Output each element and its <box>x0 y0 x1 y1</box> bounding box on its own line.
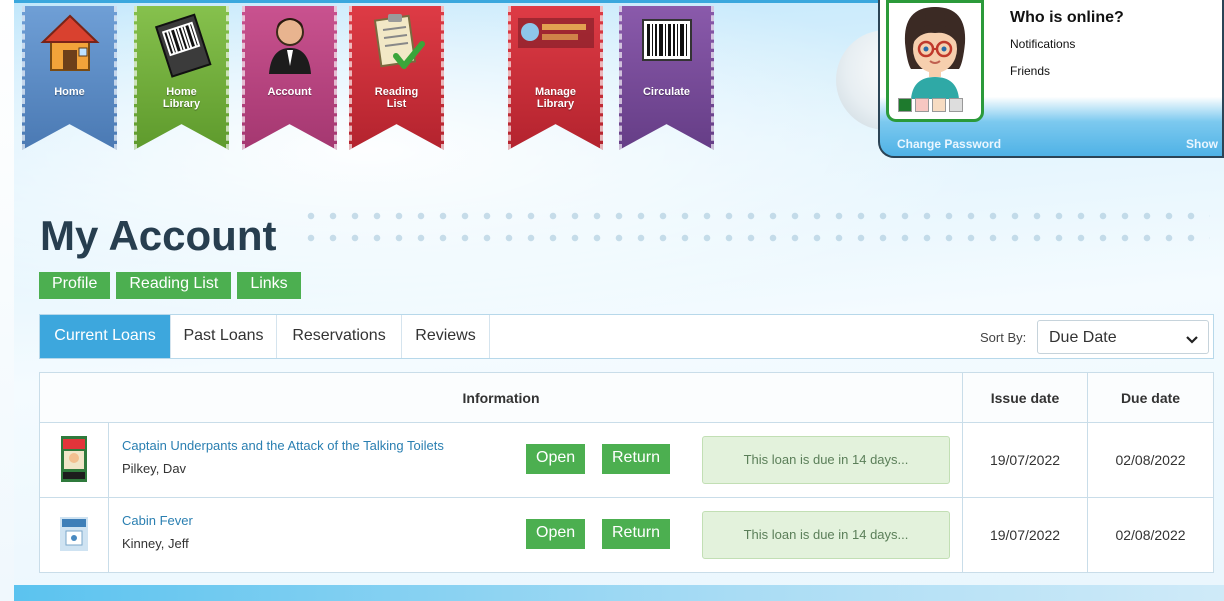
table-row: Cabin Fever Kinney, Jeff Open Return Thi… <box>39 497 1214 573</box>
header-information: Information <box>39 372 963 423</box>
cover-cell <box>39 422 109 498</box>
links-button[interactable]: Links <box>237 272 301 299</box>
return-button[interactable]: Return <box>602 519 671 549</box>
book-author: Kinney, Jeff <box>122 536 189 551</box>
tab-past-loans[interactable]: Past Loans <box>171 315 277 358</box>
cover-cell <box>39 497 109 573</box>
open-button[interactable]: Open <box>526 444 586 474</box>
avatar-color-swatches <box>898 98 963 112</box>
sort-by-label: Sort By: <box>980 330 1027 345</box>
checklist-icon <box>366 12 428 83</box>
nav-reading-list[interactable]: Reading List <box>349 6 444 150</box>
due-date-cell: 02/08/2022 <box>1087 497 1214 573</box>
sort-by-value: Due Date <box>1049 329 1117 346</box>
avatar-girl-icon <box>904 7 966 99</box>
loans-tabbar: Current Loans Past Loans Reservations Re… <box>39 314 1214 359</box>
book-cover-cabin-fever[interactable] <box>60 516 88 551</box>
nav-manage-library[interactable]: Manage Library <box>508 6 603 150</box>
bottom-band <box>14 585 1224 601</box>
chevron-down-icon <box>1186 332 1198 350</box>
due-status-box: This loan is due in 14 days... <box>702 511 950 559</box>
info-cell: Cabin Fever Kinney, Jeff Open Return Thi… <box>108 497 963 573</box>
header-due-date: Due date <box>1087 372 1214 423</box>
table-header-row: Information Issue date Due date <box>39 372 1214 423</box>
tab-reviews[interactable]: Reviews <box>402 315 490 358</box>
tab-reservations[interactable]: Reservations <box>277 315 402 358</box>
swatch-grey[interactable] <box>949 98 963 112</box>
barcode-book-icon <box>151 12 213 83</box>
nav-home[interactable]: Home <box>22 6 117 150</box>
due-status-box: This loan is due in 14 days... <box>702 436 950 484</box>
dots-decoration <box>300 205 1210 249</box>
return-button[interactable]: Return <box>602 444 671 474</box>
swatch-peach[interactable] <box>932 98 946 112</box>
swatch-pink[interactable] <box>915 98 929 112</box>
nav-home-label: Home <box>54 86 85 98</box>
loans-table: Information Issue date Due date Captain … <box>39 372 1214 573</box>
nav-home-library-label: Home Library <box>162 86 201 110</box>
nav-home-library[interactable]: Home Library <box>134 6 229 150</box>
book-cover-captain-underpants[interactable] <box>61 435 87 482</box>
nav-reading-list-label: Reading List <box>374 86 419 110</box>
open-button[interactable]: Open <box>526 519 586 549</box>
notifications-link[interactable]: Notifications <box>1010 37 1075 51</box>
house-icon <box>39 12 101 83</box>
who-is-online-title: Who is online? <box>1010 9 1124 26</box>
book-author: Pilkey, Dav <box>122 461 187 476</box>
sort-by-select[interactable]: Due Date <box>1037 320 1209 354</box>
nav-account[interactable]: Account <box>242 6 337 150</box>
table-row: Captain Underpants and the Attack of the… <box>39 422 1214 498</box>
show-link[interactable]: Show <box>1186 137 1218 151</box>
issue-date-cell: 19/07/2022 <box>962 422 1088 498</box>
left-rail <box>0 0 14 601</box>
profile-button[interactable]: Profile <box>39 272 111 299</box>
change-password-link[interactable]: Change Password <box>897 137 1001 151</box>
tab-current-loans[interactable]: Current Loans <box>40 315 171 358</box>
book-title-link[interactable]: Cabin Fever <box>122 513 193 528</box>
barcode-icon <box>639 12 695 73</box>
nav-circulate-label: Circulate <box>642 86 691 98</box>
nav-circulate[interactable]: Circulate <box>619 6 714 150</box>
account-subnav: Profile Reading List Links <box>39 272 301 299</box>
reading-list-button[interactable]: Reading List <box>116 272 232 299</box>
user-icon <box>259 12 321 83</box>
friends-link[interactable]: Friends <box>1010 64 1050 78</box>
header-issue-date: Issue date <box>962 372 1088 423</box>
nav-manage-library-label: Manage Library <box>535 86 576 110</box>
due-date-cell: 02/08/2022 <box>1087 422 1214 498</box>
library-logo-icon <box>516 12 596 57</box>
info-cell: Captain Underpants and the Attack of the… <box>108 422 963 498</box>
page-title: My Account <box>40 212 277 259</box>
nav-account-label: Account <box>267 86 312 98</box>
swatch-green[interactable] <box>898 98 912 112</box>
book-title-link[interactable]: Captain Underpants and the Attack of the… <box>122 438 444 453</box>
issue-date-cell: 19/07/2022 <box>962 497 1088 573</box>
